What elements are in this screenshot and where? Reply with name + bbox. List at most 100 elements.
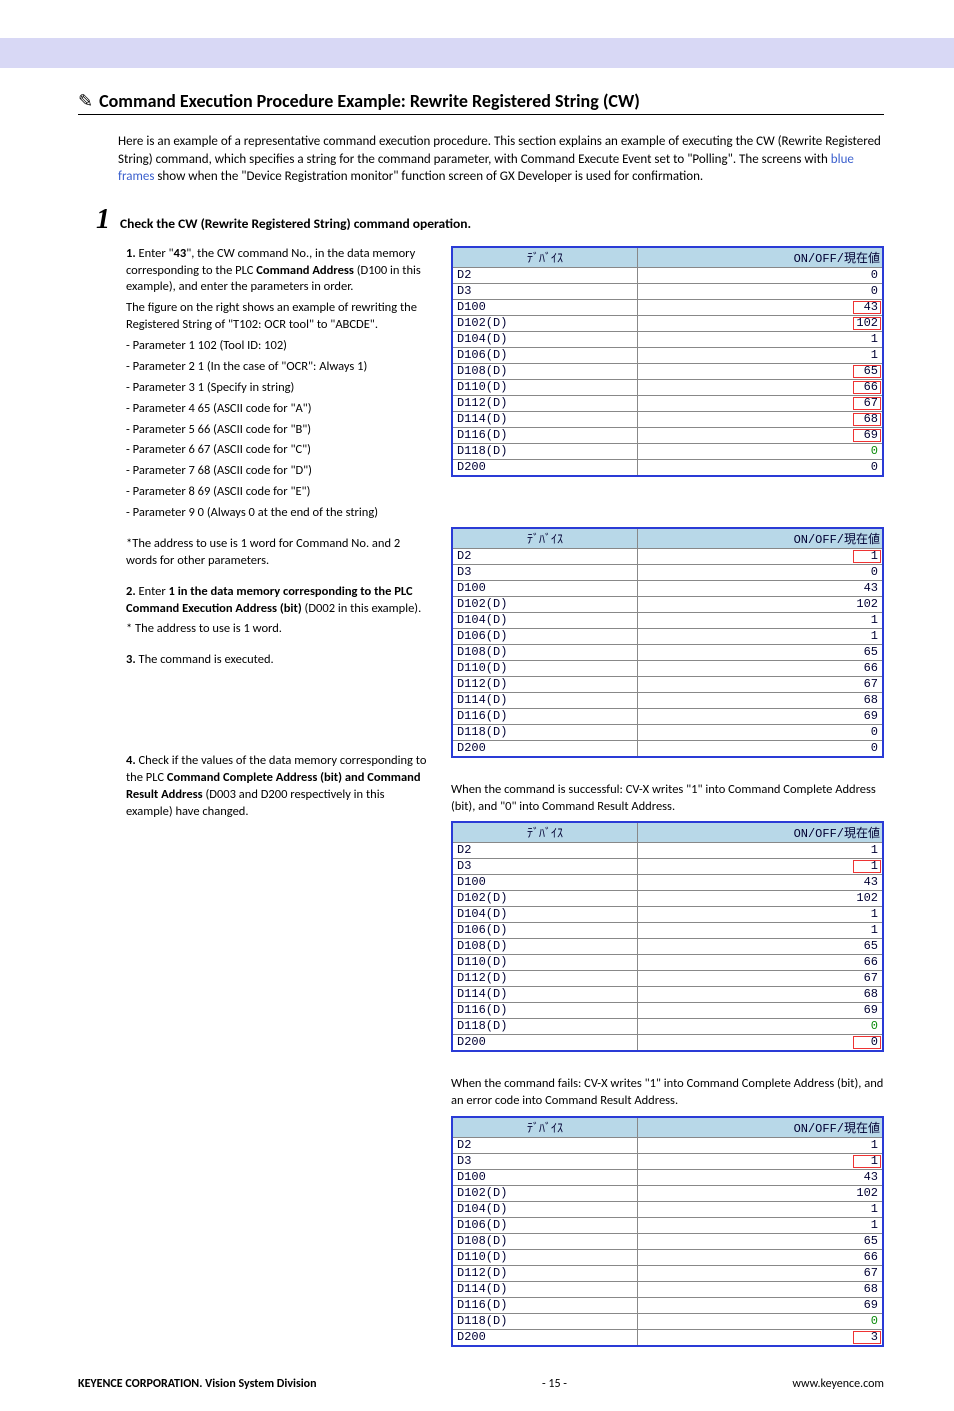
table-row: D114(D)68 bbox=[453, 692, 882, 708]
value-cell: 69 bbox=[637, 1298, 882, 1314]
table-row: D104(D)1 bbox=[453, 1202, 882, 1218]
param-line: - Parameter 4 65 (ASCII code for "A") bbox=[126, 401, 433, 418]
value-cell: 66 bbox=[637, 660, 882, 676]
device-cell: D112(D) bbox=[453, 971, 637, 987]
device-cell: D108(D) bbox=[453, 363, 637, 379]
table-row: D10043 bbox=[453, 1170, 882, 1186]
value-cell: 1 bbox=[637, 347, 882, 363]
param-line: - Parameter 9 0 (Always 0 at the end of … bbox=[126, 505, 433, 522]
table-row: D116(D)69 bbox=[453, 708, 882, 724]
step-heading: Check the CW (Rewrite Registered String)… bbox=[120, 215, 471, 232]
table-row: D21 bbox=[453, 843, 882, 859]
device-cell: D104(D) bbox=[453, 331, 637, 347]
page-content: ✎ Command Execution Procedure Example: R… bbox=[0, 90, 954, 1359]
device-cell: D100 bbox=[453, 580, 637, 596]
table-row: D104(D)1 bbox=[453, 331, 882, 347]
param-line: - Parameter 2 1 (In the case of "OCR": A… bbox=[126, 359, 433, 376]
col-header-value: ON/OFF/現在値 bbox=[637, 823, 882, 843]
table-row: D10043 bbox=[453, 580, 882, 596]
col-header-value: ON/OFF/現在値 bbox=[637, 248, 882, 268]
value-cell: 69 bbox=[637, 1003, 882, 1019]
t: Enter " bbox=[136, 246, 174, 261]
device-cell: D104(D) bbox=[453, 1202, 637, 1218]
table-row: D108(D)65 bbox=[453, 1234, 882, 1250]
device-cell: D3 bbox=[453, 1154, 637, 1170]
t: 43 bbox=[174, 246, 187, 261]
table-row: D104(D)1 bbox=[453, 907, 882, 923]
value-cell: 102 bbox=[637, 891, 882, 907]
value-cell: 43 bbox=[637, 875, 882, 891]
table-row: D2000 bbox=[453, 1035, 882, 1051]
value-cell: 0 bbox=[637, 724, 882, 740]
value-cell: 43 bbox=[637, 580, 882, 596]
value-cell: 67 bbox=[637, 971, 882, 987]
value-cell: 1 bbox=[637, 1154, 882, 1170]
page-footer: KEYENCE CORPORATION. Vision System Divis… bbox=[0, 1359, 954, 1411]
step-3-num: 3. bbox=[126, 652, 136, 667]
table-row: D31 bbox=[453, 1154, 882, 1170]
table-row: D118(D)0 bbox=[453, 724, 882, 740]
value-cell: 68 bbox=[637, 1282, 882, 1298]
value-cell: 0 bbox=[637, 267, 882, 283]
table-row: D110(D)66 bbox=[453, 1250, 882, 1266]
value-cell: 68 bbox=[637, 692, 882, 708]
monitor-table-2: ﾃﾞﾊﾞｲｽON/OFF/現在値D21D30D10043D102(D)102D1… bbox=[451, 527, 884, 758]
value-cell: 102 bbox=[637, 596, 882, 612]
table-row: D114(D)68 bbox=[453, 1282, 882, 1298]
table-row: D102(D)102 bbox=[453, 596, 882, 612]
device-cell: D118(D) bbox=[453, 724, 637, 740]
device-cell: D108(D) bbox=[453, 644, 637, 660]
device-cell: D2 bbox=[453, 1138, 637, 1154]
value-cell: 43 bbox=[637, 1170, 882, 1186]
rewrite-note: The figure on the right shows an example… bbox=[126, 300, 433, 334]
table-row: D110(D)66 bbox=[453, 379, 882, 395]
value-cell: 66 bbox=[637, 1250, 882, 1266]
table-row: D102(D)102 bbox=[453, 315, 882, 331]
table-row: D118(D)0 bbox=[453, 1019, 882, 1035]
value-cell: 43 bbox=[637, 299, 882, 315]
device-cell: D112(D) bbox=[453, 1266, 637, 1282]
footer-company: KEYENCE CORPORATION. Vision System Divis… bbox=[78, 1377, 317, 1391]
value-cell: 67 bbox=[637, 395, 882, 411]
device-cell: D116(D) bbox=[453, 708, 637, 724]
t: (D002 in this example). bbox=[302, 601, 422, 616]
device-cell: D2 bbox=[453, 548, 637, 564]
title-text: Command Execution Procedure Example: Rew… bbox=[99, 90, 640, 112]
device-cell: D3 bbox=[453, 859, 637, 875]
monitor-table-3: ﾃﾞﾊﾞｲｽON/OFF/現在値D21D31D10043D102(D)102D1… bbox=[451, 821, 884, 1052]
device-cell: D108(D) bbox=[453, 939, 637, 955]
value-cell: 68 bbox=[637, 987, 882, 1003]
device-cell: D118(D) bbox=[453, 1314, 637, 1330]
table-row: D20 bbox=[453, 267, 882, 283]
device-cell: D112(D) bbox=[453, 395, 637, 411]
device-cell: D102(D) bbox=[453, 1186, 637, 1202]
device-cell: D102(D) bbox=[453, 596, 637, 612]
table-row: D118(D)0 bbox=[453, 1314, 882, 1330]
table-row: D10043 bbox=[453, 875, 882, 891]
device-cell: D106(D) bbox=[453, 628, 637, 644]
table-row: D106(D)1 bbox=[453, 923, 882, 939]
table-row: D110(D)66 bbox=[453, 660, 882, 676]
device-cell: D112(D) bbox=[453, 676, 637, 692]
table-row: D102(D)102 bbox=[453, 1186, 882, 1202]
table-row: D104(D)1 bbox=[453, 612, 882, 628]
device-cell: D114(D) bbox=[453, 692, 637, 708]
table-row: D30 bbox=[453, 564, 882, 580]
device-cell: D200 bbox=[453, 1035, 637, 1051]
device-cell: D104(D) bbox=[453, 612, 637, 628]
caption-success: When the command is successful: CV-X wri… bbox=[451, 782, 884, 816]
table-row: D2000 bbox=[453, 459, 882, 475]
hand-icon: ✎ bbox=[78, 90, 93, 112]
table-row: D31 bbox=[453, 859, 882, 875]
value-cell: 67 bbox=[637, 1266, 882, 1282]
device-cell: D102(D) bbox=[453, 891, 637, 907]
table-row: D112(D)67 bbox=[453, 676, 882, 692]
step-number-1: 1 bbox=[96, 204, 110, 236]
param-line: - Parameter 1 102 (Tool ID: 102) bbox=[126, 338, 433, 355]
value-cell: 1 bbox=[637, 331, 882, 347]
value-cell: 66 bbox=[637, 955, 882, 971]
monitor-table-4: ﾃﾞﾊﾞｲｽON/OFF/現在値D21D31D10043D102(D)102D1… bbox=[451, 1116, 884, 1347]
device-cell: D2 bbox=[453, 267, 637, 283]
device-cell: D200 bbox=[453, 459, 637, 475]
step-heading-row: 1 Check the CW (Rewrite Registered Strin… bbox=[78, 204, 884, 236]
